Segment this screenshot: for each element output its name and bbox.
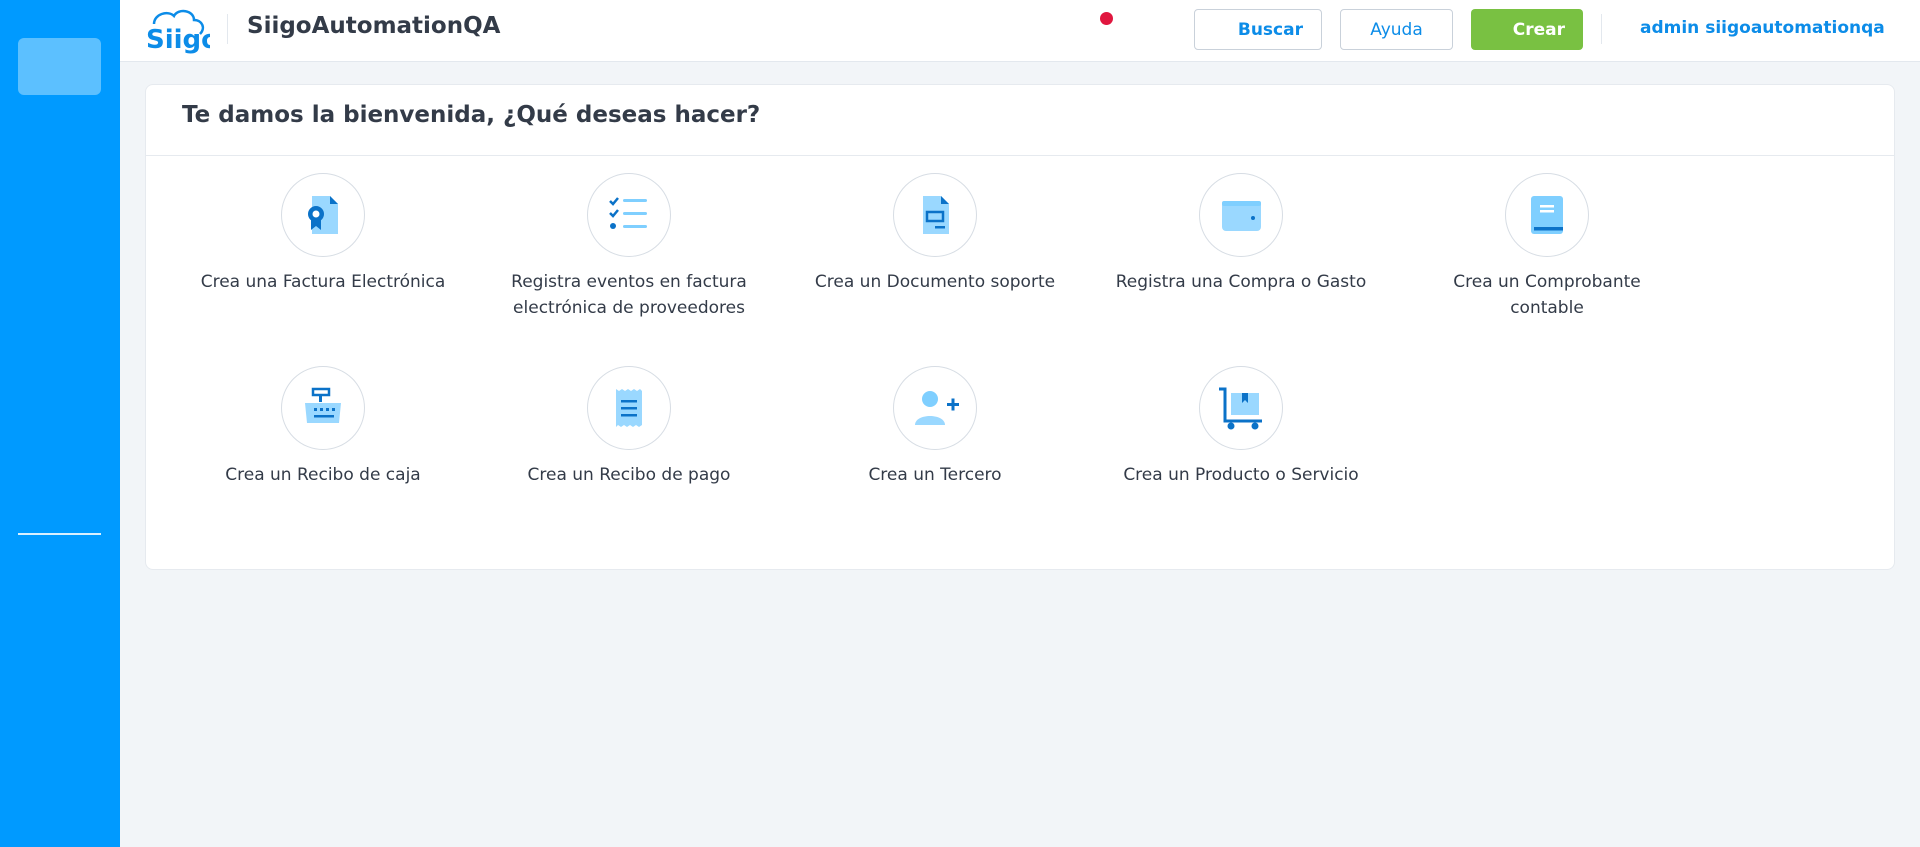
- action-label: Registra eventos en factura electrónica …: [511, 272, 747, 318]
- create-button-label: Crear: [1512, 19, 1565, 40]
- help-button-label: Ayuda: [1370, 19, 1423, 40]
- action-create-product-service[interactable]: Crea un Producto o Servicio: [1111, 366, 1371, 488]
- ledger-book-icon: [1531, 196, 1563, 234]
- help-button[interactable]: Ayuda: [1340, 9, 1453, 50]
- receipt-icon: [616, 389, 642, 427]
- action-label: Registra una Compra o Gasto: [1115, 272, 1367, 292]
- logo-divider: [227, 14, 228, 44]
- welcome-card: Te damos la bienvenida, ¿Qué deseas hace…: [145, 84, 1895, 570]
- checklist-icon: [609, 197, 647, 229]
- siigo-logo-icon[interactable]: Siigo: [142, 6, 210, 54]
- certified-document-icon: [308, 196, 338, 234]
- user-menu-link[interactable]: admin siigoautomationqa: [1640, 18, 1885, 38]
- action-icon-circle: [281, 173, 365, 257]
- action-create-payment-receipt[interactable]: Crea un Recibo de pago: [499, 366, 759, 488]
- action-icon-circle: [893, 366, 977, 450]
- action-register-supplier-invoice-events[interactable]: Registra eventos en factura electrónica …: [499, 173, 759, 321]
- notification-dot[interactable]: [1100, 12, 1113, 25]
- sidebar-menu-button[interactable]: [18, 38, 101, 95]
- action-label: Crea un Tercero: [868, 465, 1002, 485]
- company-name: SiigoAutomationQA: [247, 13, 501, 39]
- action-register-purchase-expense[interactable]: Registra una Compra o Gasto: [1111, 173, 1371, 295]
- search-button[interactable]: Buscar: [1194, 9, 1322, 50]
- svg-text:Siigo: Siigo: [146, 25, 210, 54]
- action-label: Crea un Recibo de caja: [225, 465, 421, 485]
- create-button[interactable]: Crear: [1471, 9, 1583, 50]
- action-icon-circle: [893, 173, 977, 257]
- page-title: Te damos la bienvenida, ¿Qué deseas hace…: [182, 102, 761, 128]
- sidebar-divider: [18, 533, 101, 535]
- action-create-support-document[interactable]: Crea un Documento soporte: [805, 173, 1065, 295]
- welcome-card-header: Te damos la bienvenida, ¿Qué deseas hace…: [146, 85, 1894, 156]
- action-label: Crea un Producto o Servicio: [1123, 465, 1359, 485]
- action-label: Crea un Documento soporte: [814, 272, 1056, 292]
- action-create-third-party[interactable]: Crea un Tercero: [805, 366, 1065, 488]
- action-icon-circle: [587, 366, 671, 450]
- action-icon-circle: [587, 173, 671, 257]
- wallet-icon: [1222, 201, 1261, 231]
- action-icon-circle: [1505, 173, 1589, 257]
- top-header: Siigo SiigoAutomationQA Buscar Ayuda Cre…: [120, 0, 1920, 62]
- action-create-electronic-invoice[interactable]: Crea una Factura Electrónica: [193, 173, 453, 295]
- action-icon-circle: [1199, 366, 1283, 450]
- header-divider: [1601, 14, 1602, 44]
- action-icon-circle: [1199, 173, 1283, 257]
- action-create-cash-receipt[interactable]: Crea un Recibo de caja: [193, 366, 453, 488]
- search-button-label: Buscar: [1237, 19, 1303, 40]
- action-label: Crea un Recibo de pago: [527, 465, 731, 485]
- cash-register-icon: [305, 387, 341, 423]
- cart-box-icon: [1219, 387, 1262, 430]
- action-label: Crea una Factura Electrónica: [200, 272, 446, 292]
- action-create-accounting-voucher[interactable]: Crea un Comprobante contable: [1417, 173, 1677, 321]
- sidebar: [0, 0, 120, 847]
- add-user-icon: [915, 391, 959, 425]
- action-icon-circle: [281, 366, 365, 450]
- support-document-icon: [923, 196, 949, 234]
- action-label: Crea un Comprobante contable: [1453, 272, 1641, 318]
